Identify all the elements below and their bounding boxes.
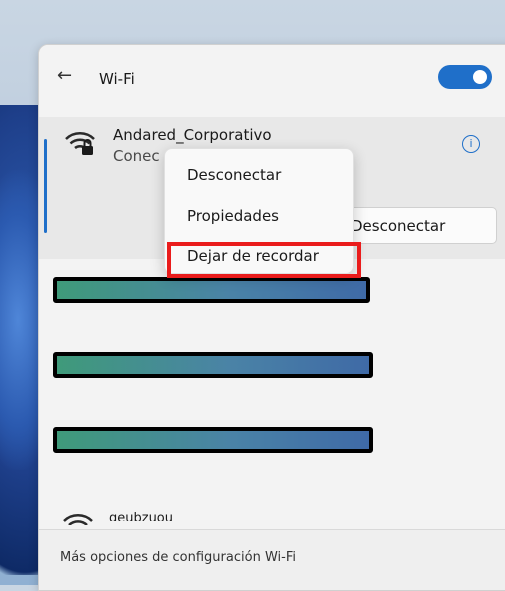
selection-accent bbox=[44, 139, 47, 233]
wifi-panel: ← Wi-Fi Andared_Corporativo Conec i Desc… bbox=[38, 44, 505, 591]
network-status: Conec bbox=[113, 147, 160, 165]
back-arrow-icon[interactable]: ← bbox=[57, 65, 72, 86]
menu-item-disconnect[interactable]: Desconectar bbox=[187, 166, 281, 184]
info-icon[interactable]: i bbox=[462, 135, 480, 153]
wifi-toggle[interactable] bbox=[438, 65, 492, 89]
wifi-secured-icon bbox=[65, 132, 95, 155]
wifi-icon bbox=[63, 514, 93, 525]
menu-item-properties[interactable]: Propiedades bbox=[187, 207, 279, 225]
network-name[interactable]: geubzuou bbox=[109, 511, 173, 521]
panel-footer: Más opciones de configuración Wi-Fi bbox=[39, 530, 505, 590]
highlight-box bbox=[167, 242, 361, 278]
network-name: Andared_Corporativo bbox=[113, 126, 272, 144]
redacted-network-item[interactable] bbox=[53, 352, 373, 378]
toggle-knob bbox=[473, 70, 487, 84]
page-title: Wi-Fi bbox=[99, 70, 135, 88]
redacted-network-item[interactable] bbox=[53, 277, 370, 303]
more-wifi-settings-link[interactable]: Más opciones de configuración Wi-Fi bbox=[60, 550, 296, 565]
disconnect-button[interactable]: Desconectar bbox=[341, 207, 497, 244]
redacted-network-item[interactable] bbox=[53, 427, 373, 453]
panel-header: ← Wi-Fi bbox=[39, 45, 505, 109]
